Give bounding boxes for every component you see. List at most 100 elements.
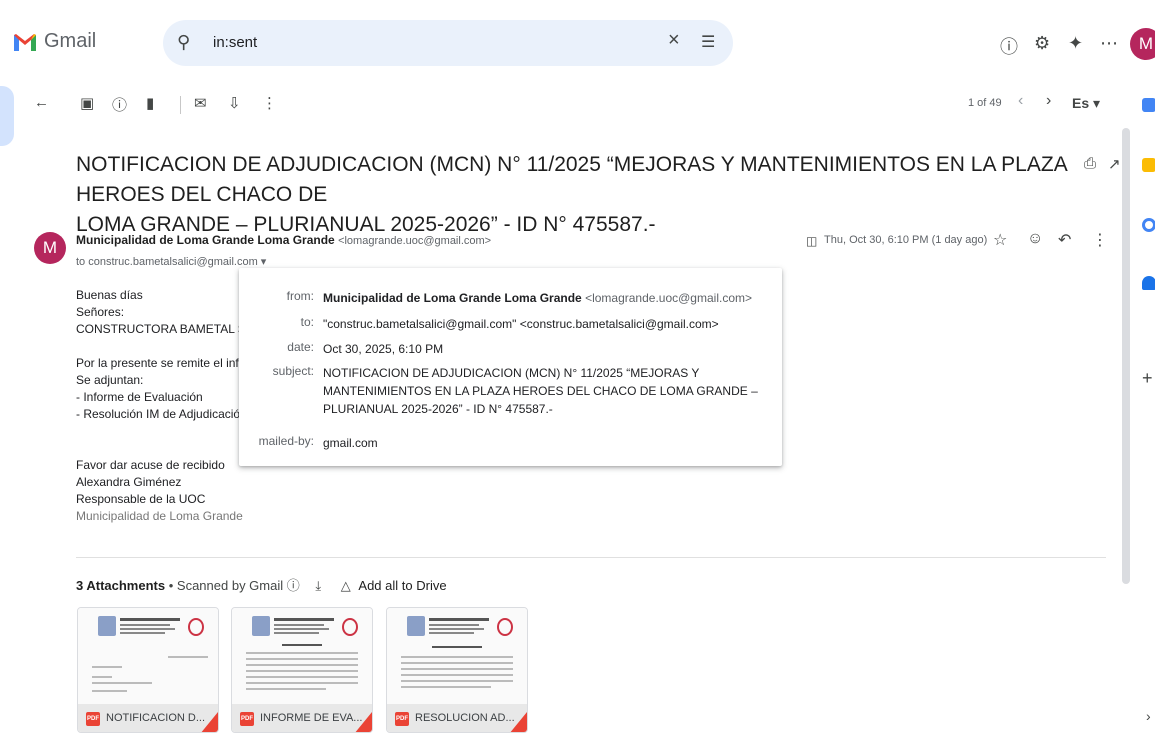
- more-vert-icon[interactable]: ⋮: [262, 94, 277, 112]
- doc-text-line: [92, 666, 122, 668]
- calendar-icon[interactable]: [1142, 98, 1155, 112]
- doc-text-line: [92, 690, 127, 692]
- doc-letterhead: [407, 616, 513, 638]
- doc-text-line: [92, 676, 112, 678]
- pdf-icon: PDF: [240, 712, 254, 726]
- add-to-drive-icon[interactable]: △: [341, 578, 351, 593]
- email-date: Thu, Oct 30, 6:10 PM (1 day ago): [824, 234, 988, 246]
- from-value: Municipalidad de Loma Grande Loma Grande…: [323, 289, 763, 307]
- doc-sub-line: [120, 632, 165, 634]
- app-name: Gmail: [44, 30, 97, 52]
- tune-icon[interactable]: ☰: [701, 32, 715, 52]
- doc-text-line: [246, 688, 326, 690]
- top-bar: Gmail ⚲ in:sent × ☰ ⓘ ⚙ ✦ ⋯ M: [0, 0, 1155, 86]
- reply-icon[interactable]: ↶: [1058, 230, 1071, 250]
- download-all-icon[interactable]: ⤓: [315, 578, 321, 593]
- doc-text-line: [168, 656, 208, 658]
- side-panel-rail: [1130, 86, 1155, 733]
- doc-text-line: [282, 644, 322, 646]
- contacts-icon[interactable]: [1142, 276, 1155, 290]
- recipient-text: to construc.bametalsalici@gmail.com: [76, 256, 258, 268]
- doc-title-line: [274, 618, 334, 621]
- attachment-card[interactable]: PDF INFORME DE EVA...: [231, 607, 373, 733]
- from-label: from:: [286, 289, 314, 303]
- doc-text-line: [401, 680, 513, 682]
- info-icon[interactable]: ⓘ: [287, 578, 300, 593]
- date-label: date:: [287, 340, 314, 354]
- emoji-icon[interactable]: ☺: [1027, 230, 1043, 248]
- keep-icon[interactable]: [1142, 158, 1155, 172]
- signature-org: Municipalidad de Loma Grande: [76, 509, 243, 523]
- attachment-name: INFORME DE EVA...: [260, 712, 363, 724]
- doc-text-line: [401, 668, 513, 670]
- doc-text-line: [401, 686, 491, 688]
- search-bar[interactable]: ⚲ in:sent × ☰: [163, 20, 733, 66]
- body-line: [76, 440, 266, 457]
- message-details-popup: from: Municipalidad de Loma Grande Loma …: [239, 268, 782, 466]
- seal-icon: [188, 618, 204, 636]
- body-line: [76, 338, 266, 355]
- apps-grid-icon[interactable]: ⋯: [1100, 33, 1118, 54]
- doc-sub-line: [120, 624, 170, 626]
- sender-email: <lomagrande.uoc@gmail.com>: [338, 235, 492, 247]
- next-icon[interactable]: ›: [1046, 92, 1051, 110]
- doc-sub-line: [274, 624, 324, 626]
- gear-icon[interactable]: ⚙: [1034, 33, 1050, 54]
- doc-sub-line: [274, 632, 319, 634]
- search-input[interactable]: in:sent: [213, 34, 257, 51]
- doc-sub-line: [429, 624, 479, 626]
- mailedby-label: mailed-by:: [258, 434, 314, 448]
- move-to-icon[interactable]: ⇩: [228, 94, 241, 112]
- open-new-window-icon[interactable]: ↗: [1108, 155, 1121, 173]
- expand-panel-icon[interactable]: ›: [1146, 708, 1151, 724]
- pager-count: 1 of 49: [968, 97, 1002, 109]
- attachment-preview: [78, 608, 218, 704]
- body-line: - Informe de Evaluación: [76, 390, 203, 404]
- body-line: Favor dar acuse de recibido: [76, 458, 225, 472]
- scanned-label: Scanned by Gmail: [176, 578, 284, 593]
- chevron-down-icon[interactable]: ▾: [261, 256, 267, 268]
- print-icon[interactable]: ⎙: [1084, 155, 1096, 172]
- sender-avatar[interactable]: M: [34, 232, 66, 264]
- input-tools-button[interactable]: Es ▾: [1072, 95, 1100, 112]
- attachment-card[interactable]: PDF RESOLUCION AD...: [386, 607, 528, 733]
- close-icon[interactable]: ×: [668, 29, 680, 52]
- sparkle-icon[interactable]: ✦: [1068, 33, 1083, 54]
- doc-title-line: [429, 618, 489, 621]
- tasks-icon[interactable]: [1142, 218, 1155, 232]
- doc-sub-line: [274, 628, 329, 630]
- prev-icon[interactable]: ‹: [1018, 92, 1023, 110]
- search-icon[interactable]: ⚲: [177, 32, 190, 53]
- report-spam-icon[interactable]: ⓘ: [112, 94, 127, 115]
- add-addon-icon[interactable]: +: [1142, 368, 1153, 389]
- fold-corner: [354, 712, 372, 732]
- recipient-line[interactable]: to construc.bametalsalici@gmail.com ▾: [76, 255, 266, 268]
- back-arrow-icon[interactable]: ←: [34, 94, 49, 111]
- doc-text-line: [246, 682, 358, 684]
- more-options-icon[interactable]: ⋮: [1092, 230, 1108, 250]
- seal-icon: [497, 618, 513, 636]
- sender-name[interactable]: Municipalidad de Loma Grande Loma Grande: [76, 233, 335, 247]
- lang-label: Es: [1072, 95, 1090, 111]
- add-all-to-drive-button[interactable]: Add all to Drive: [358, 578, 446, 593]
- doc-text-line: [246, 670, 358, 672]
- body-line: Por la presente se remite el informe: [76, 356, 267, 370]
- separator-dot: •: [168, 578, 177, 593]
- doc-text-line: [401, 662, 513, 664]
- doc-text-line: [432, 646, 482, 648]
- attachments-count: 3 Attachments: [76, 578, 166, 593]
- help-icon[interactable]: ⓘ: [1000, 33, 1018, 59]
- gmail-logo[interactable]: Gmail: [12, 30, 96, 53]
- body-line: Buenas días: [76, 288, 143, 302]
- to-value: "construc.bametalsalici@gmail.com" <cons…: [323, 317, 719, 331]
- doc-text-line: [401, 674, 513, 676]
- avatar[interactable]: M: [1130, 28, 1155, 60]
- star-icon[interactable]: ☆: [993, 230, 1007, 250]
- archive-icon[interactable]: ▣: [80, 94, 94, 112]
- attachment-card[interactable]: PDF NOTIFICACION D...: [77, 607, 219, 733]
- mark-unread-icon[interactable]: ✉: [194, 94, 207, 112]
- scrollbar[interactable]: [1122, 128, 1130, 584]
- attachments-header: 3 Attachments • Scanned by Gmail ⓘ ⤓ △ A…: [76, 575, 447, 594]
- delete-icon[interactable]: ▮: [146, 94, 154, 112]
- sender-info: Municipalidad de Loma Grande Loma Grande…: [76, 233, 491, 247]
